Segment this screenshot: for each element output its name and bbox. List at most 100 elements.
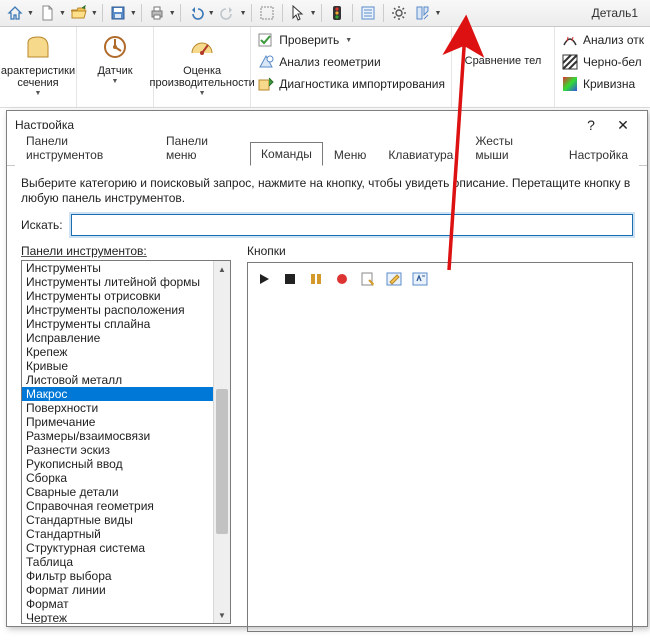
list-item[interactable]: Инструменты сплайна bbox=[22, 317, 213, 331]
ribbon-item-import-diagnostics[interactable]: Диагностика импортирования bbox=[257, 73, 445, 95]
edit-macro-button[interactable] bbox=[384, 269, 404, 289]
options-button[interactable] bbox=[388, 2, 410, 24]
ribbon-group-performance[interactable]: Оценка производительности ▼ bbox=[154, 27, 251, 107]
categories-listbox[interactable]: ИнструментыИнструменты литейной формыИнс… bbox=[21, 260, 231, 624]
chevron-down-icon[interactable]: ▼ bbox=[91, 10, 98, 17]
tab-commands[interactable]: Команды bbox=[250, 142, 323, 166]
scrollbar[interactable]: ▲ ▼ bbox=[213, 261, 230, 623]
stop-macro-button[interactable] bbox=[280, 269, 300, 289]
chevron-down-icon: ▼ bbox=[345, 37, 352, 44]
redo-icon bbox=[220, 5, 236, 21]
scroll-down-icon[interactable]: ▼ bbox=[214, 607, 230, 623]
ribbon-group-section-properties[interactable]: арактеристики сечения ▼ bbox=[0, 27, 77, 107]
list-item[interactable]: Рукописный ввод bbox=[22, 457, 213, 471]
new-macro-button[interactable] bbox=[358, 269, 378, 289]
gear-icon bbox=[391, 5, 407, 21]
pause-icon bbox=[309, 272, 323, 286]
list-item[interactable]: Инструменты bbox=[22, 261, 213, 275]
list-item[interactable]: Инструменты отрисовки bbox=[22, 289, 213, 303]
curvature-icon bbox=[561, 75, 579, 93]
chevron-down-icon[interactable]: ▼ bbox=[208, 10, 215, 17]
list-item[interactable]: Формат линии bbox=[22, 583, 213, 597]
traffic-light-button[interactable] bbox=[326, 2, 348, 24]
redo-button[interactable] bbox=[217, 2, 239, 24]
custom-macro-button[interactable] bbox=[410, 269, 430, 289]
ribbon-item-deviation-analysis[interactable]: Анализ отк bbox=[561, 29, 644, 51]
list-item[interactable]: Сварные детали bbox=[22, 485, 213, 499]
ribbon-item-label: Черно-бел bbox=[583, 55, 642, 69]
save-button[interactable] bbox=[107, 2, 129, 24]
ribbon-item-check[interactable]: Проверить ▼ bbox=[257, 29, 352, 51]
tab-toolbars[interactable]: Панели инструментов bbox=[15, 129, 155, 166]
traffic-light-icon bbox=[332, 5, 342, 21]
list-item[interactable]: Справочная геометрия bbox=[22, 499, 213, 513]
separator bbox=[282, 4, 283, 22]
list-item[interactable]: Макрос bbox=[22, 387, 213, 401]
document-title: Деталь1 bbox=[592, 6, 638, 20]
scroll-up-icon[interactable]: ▲ bbox=[214, 261, 230, 277]
chevron-down-icon[interactable]: ▼ bbox=[27, 10, 34, 17]
scroll-thumb[interactable] bbox=[216, 389, 228, 534]
chevron-down-icon[interactable]: ▼ bbox=[435, 10, 442, 17]
list-item[interactable]: Размеры/взаимосвязи bbox=[22, 429, 213, 443]
list-item[interactable]: Стандартный bbox=[22, 527, 213, 541]
close-button[interactable]: ✕ bbox=[607, 111, 639, 139]
new-button[interactable] bbox=[36, 2, 58, 24]
print-button[interactable] bbox=[146, 2, 168, 24]
search-label: Искать: bbox=[21, 218, 63, 232]
select-button[interactable] bbox=[287, 2, 309, 24]
list-item[interactable]: Формат bbox=[22, 597, 213, 611]
scroll-track[interactable] bbox=[214, 277, 230, 607]
ribbon-item-zebra[interactable]: Черно-бел bbox=[561, 51, 642, 73]
list-item[interactable]: Разнести эскиз bbox=[22, 443, 213, 457]
list-item[interactable]: Фильтр выбора bbox=[22, 569, 213, 583]
chevron-down-icon[interactable]: ▼ bbox=[59, 10, 66, 17]
chevron-down-icon[interactable]: ▼ bbox=[240, 10, 247, 17]
tab-customize[interactable]: Настройка bbox=[558, 143, 639, 166]
home-button[interactable] bbox=[4, 2, 26, 24]
undo-button[interactable] bbox=[185, 2, 207, 24]
list-item[interactable]: Структурная система bbox=[22, 541, 213, 555]
deviation-icon bbox=[561, 31, 579, 49]
close-icon: ✕ bbox=[617, 117, 629, 134]
list-item[interactable]: Чертеж bbox=[22, 611, 213, 623]
list-item[interactable]: Исправление bbox=[22, 331, 213, 345]
list-item[interactable]: Листовой металл bbox=[22, 373, 213, 387]
tab-mouse-gestures[interactable]: Жесты мыши bbox=[464, 129, 558, 166]
list-item[interactable]: Поверхности bbox=[22, 401, 213, 415]
help-button[interactable]: ? bbox=[575, 111, 607, 139]
chevron-down-icon[interactable]: ▼ bbox=[310, 10, 317, 17]
customize-button[interactable] bbox=[412, 2, 434, 24]
docs-button[interactable] bbox=[357, 2, 379, 24]
list-item[interactable]: Стандартные виды bbox=[22, 513, 213, 527]
chevron-down-icon[interactable]: ▼ bbox=[130, 10, 137, 17]
list-item[interactable]: Кривые bbox=[22, 359, 213, 373]
dialog-tabs: Панели инструментов Панели меню Команды … bbox=[7, 139, 647, 166]
list-item[interactable]: Инструменты расположения bbox=[22, 303, 213, 317]
tab-menu[interactable]: Меню bbox=[323, 143, 377, 166]
ribbon-item-geometry-analysis[interactable]: Анализ геометрии bbox=[257, 51, 380, 73]
list-item[interactable]: Примечание bbox=[22, 415, 213, 429]
ribbon-group-compare[interactable]: Сравнение тел bbox=[452, 27, 555, 107]
search-input[interactable] bbox=[71, 214, 633, 236]
open-button[interactable] bbox=[68, 2, 90, 24]
ribbon-item-curvature[interactable]: Кривизна bbox=[561, 73, 635, 95]
chevron-down-icon[interactable]: ▼ bbox=[169, 10, 176, 17]
chevron-down-icon: ▼ bbox=[35, 90, 42, 97]
ribbon-label: Сравнение тел bbox=[465, 55, 542, 67]
list-item[interactable]: Таблица bbox=[22, 555, 213, 569]
record-macro-button[interactable] bbox=[332, 269, 352, 289]
chevron-down-icon: ▼ bbox=[199, 90, 206, 97]
list-item[interactable]: Сборка bbox=[22, 471, 213, 485]
tab-menu-panels[interactable]: Панели меню bbox=[155, 129, 250, 166]
tab-keyboard[interactable]: Клавиатура bbox=[377, 143, 464, 166]
list-item[interactable]: Инструменты литейной формы bbox=[22, 275, 213, 289]
stop-icon bbox=[283, 272, 297, 286]
select-over-geometry-button[interactable] bbox=[256, 2, 278, 24]
ribbon-group-sensor[interactable]: Датчик ▼ bbox=[77, 27, 154, 107]
run-macro-button[interactable] bbox=[254, 269, 274, 289]
list-item[interactable]: Крепеж bbox=[22, 345, 213, 359]
search-row: Искать: bbox=[21, 214, 633, 236]
ribbon-item-label: Кривизна bbox=[583, 77, 635, 91]
pause-macro-button[interactable] bbox=[306, 269, 326, 289]
